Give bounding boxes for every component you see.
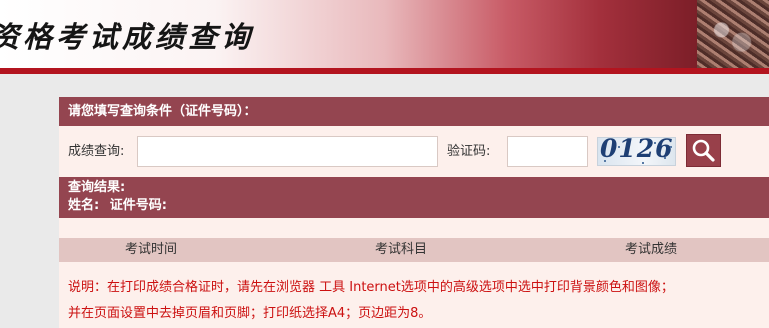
results-table-header: 考试时间 考试科目 考试成绩 xyxy=(59,238,769,262)
banner-divider xyxy=(0,68,769,74)
captcha-input[interactable] xyxy=(507,136,588,167)
captcha-label: 验证码: xyxy=(447,144,491,159)
search-icon xyxy=(692,139,715,162)
column-exam-subject: 考试科目 xyxy=(375,242,428,257)
query-header: 请您填写查询条件（证件号码）： xyxy=(59,97,769,126)
captcha-noise xyxy=(654,142,656,144)
score-query-input[interactable] xyxy=(137,136,438,167)
banner: 资格考试成绩查询 xyxy=(0,0,769,68)
column-exam-time: 考试时间 xyxy=(125,242,178,257)
score-query-label: 成绩查询: xyxy=(68,144,125,159)
captcha-image-text: 0126 xyxy=(600,137,674,163)
captcha-noise xyxy=(618,146,620,148)
print-instructions-line-2: 并在页面设置中去掉页眉和页脚；打印纸选择A4；页边距为8。 xyxy=(68,306,432,321)
print-instructions-line-1: 说明：在打印成绩合格证时，请先在浏览器 工具 Internet选项中的高级选项中… xyxy=(68,280,674,295)
captcha-noise xyxy=(642,162,644,164)
results-title: 查询结果: xyxy=(68,180,126,195)
query-panel: 请您填写查询条件（证件号码）： 成绩查询: 验证码: 0126 查询结果: 姓名… xyxy=(59,97,769,328)
column-exam-score: 考试成绩 xyxy=(625,242,678,257)
captcha-noise xyxy=(604,160,606,162)
captcha-noise xyxy=(670,146,672,148)
search-button[interactable] xyxy=(686,134,721,167)
banner-photo xyxy=(697,0,769,68)
captcha-noise xyxy=(664,157,666,159)
name-label: 姓名: xyxy=(68,198,100,213)
results-header: 查询结果: 姓名: 证件号码: xyxy=(59,177,769,218)
captcha-image[interactable]: 0126 xyxy=(597,137,676,166)
banner-title: 资格考试成绩查询 xyxy=(0,20,255,54)
id-number-label: 证件号码: xyxy=(109,198,167,213)
